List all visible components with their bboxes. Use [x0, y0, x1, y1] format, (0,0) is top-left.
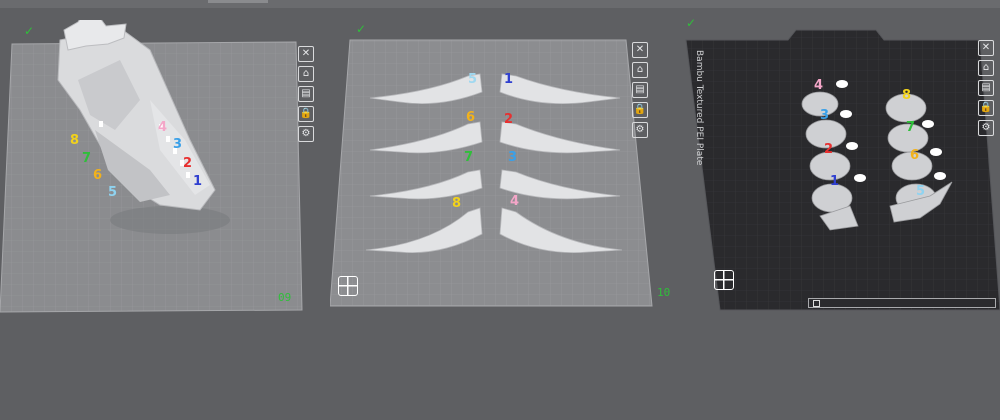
part-label-6: 6 — [466, 110, 476, 125]
part-label-1: 1 — [504, 72, 514, 87]
plate-type-icon — [714, 270, 734, 290]
part-label-2: 2 — [504, 112, 514, 127]
settings-icon[interactable]: ⚙ — [298, 126, 314, 142]
top-strip-mark — [208, 0, 268, 3]
part-label-1: 1 — [830, 174, 840, 189]
close-icon[interactable]: ✕ — [632, 42, 648, 58]
auto-orient-icon[interactable]: ⌂ — [298, 66, 314, 82]
part-label-3: 3 — [820, 108, 830, 123]
part-label-2: 2 — [183, 156, 193, 171]
arrange-icon[interactable]: ▤ — [298, 86, 314, 102]
plate-2-select-icon[interactable]: ✓ — [356, 22, 366, 36]
part-label-8: 8 — [452, 196, 462, 211]
settings-icon[interactable]: ⚙ — [632, 122, 648, 138]
plate-2-number: 10 — [657, 286, 671, 299]
close-icon[interactable]: ✕ — [298, 46, 314, 62]
build-plate-2[interactable]: 5 1 6 2 7 3 8 4 ✕ ⌂ ▤ 🔒 ⚙ 10 — [330, 30, 670, 320]
part-label-8: 8 — [70, 133, 80, 148]
auto-orient-icon[interactable]: ⌂ — [632, 62, 648, 78]
part-label-6: 6 — [93, 168, 103, 183]
part-label-3: 3 — [508, 150, 518, 165]
qr-icon — [813, 299, 820, 307]
plate-type-label: Bambu Textured PEI Plate — [694, 50, 704, 166]
plate-2-toolbar: ✕ ⌂ ▤ 🔒 ⚙ — [632, 42, 648, 138]
part-label-8: 8 — [902, 88, 912, 103]
close-icon[interactable]: ✕ — [978, 40, 994, 56]
part-label-4: 4 — [510, 194, 520, 209]
plate-type-icon — [338, 276, 358, 296]
arrange-icon[interactable]: ▤ — [632, 82, 648, 98]
part-label-2: 2 — [824, 142, 834, 157]
lock-icon[interactable]: 🔒 — [978, 100, 994, 116]
plate-3-select-icon[interactable]: ✓ — [686, 16, 696, 30]
part-label-5: 5 — [108, 185, 118, 200]
plate-1-number: 09 — [278, 291, 292, 304]
plate-3-footer — [808, 298, 996, 308]
lock-icon[interactable]: 🔒 — [632, 102, 648, 118]
part-label-1: 1 — [193, 174, 203, 189]
part-label-4: 4 — [158, 120, 168, 135]
plate-1-toolbar: ✕ ⌂ ▤ 🔒 ⚙ — [298, 46, 314, 142]
build-plate-1[interactable]: 8 7 6 5 4 3 2 1 ✕ ⌂ ▤ 🔒 ⚙ 09 — [0, 20, 320, 320]
part-label-5: 5 — [468, 72, 478, 87]
part-label-4: 4 — [814, 78, 824, 93]
part-label-7: 7 — [906, 120, 916, 135]
plate-3-toolbar: ✕ ⌂ ▤ 🔒 ⚙ — [978, 40, 994, 136]
plate-2-surface — [330, 39, 653, 307]
part-label-6: 6 — [910, 148, 920, 163]
top-strip — [0, 0, 1000, 8]
part-label-5: 5 — [916, 184, 926, 199]
lock-icon[interactable]: 🔒 — [298, 106, 314, 122]
part-label-7: 7 — [82, 151, 92, 166]
part-label-7: 7 — [464, 150, 474, 165]
build-plate-3[interactable]: Bambu Textured PEI Plate 4 8 3 7 2 6 1 5… — [680, 26, 1000, 320]
plate-1-select-icon[interactable]: ✓ — [24, 24, 34, 38]
part-label-3: 3 — [173, 137, 183, 152]
plate-1-surface — [0, 20, 303, 313]
settings-icon[interactable]: ⚙ — [978, 120, 994, 136]
arrange-icon[interactable]: ▤ — [978, 80, 994, 96]
auto-orient-icon[interactable]: ⌂ — [978, 60, 994, 76]
